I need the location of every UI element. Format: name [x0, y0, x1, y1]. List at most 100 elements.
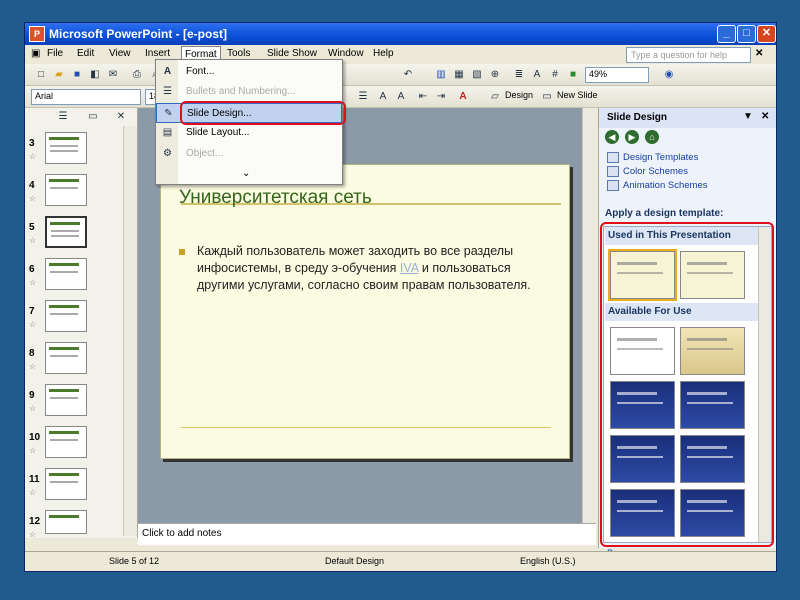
slide-thumbnail-8[interactable]: 8 ☆ [25, 340, 125, 382]
bullet-marker [179, 249, 185, 255]
increase-font-icon[interactable]: A [375, 89, 391, 104]
task-pane-nav: ◀ ▶ ⌂ [605, 128, 665, 146]
maximize-button[interactable]: □ [737, 25, 756, 43]
decrease-font-icon[interactable]: A [393, 89, 409, 104]
thumbnail-tabs: ☰ ▭ ✕ [25, 108, 137, 126]
slide-counter: Slide 5 of 12 [109, 556, 160, 566]
open-folder-icon[interactable]: ▰ [51, 67, 67, 82]
color-grayscale-icon[interactable]: ■ [565, 67, 581, 82]
forward-icon[interactable]: ▶ [625, 130, 639, 144]
menu-view[interactable]: View [109, 48, 131, 59]
color-schemes-link[interactable]: Color Schemes [607, 166, 688, 177]
hyperlink-icon[interactable]: ⊕ [487, 67, 503, 82]
notes-pane[interactable]: Click to add notes [138, 523, 596, 545]
thumbnail-scrollbar[interactable] [123, 126, 137, 536]
slide-thumbnail-11[interactable]: 11 ☆ [25, 466, 125, 508]
menu-edit[interactable]: Edit [77, 48, 94, 59]
slide-thumbnail-5[interactable]: 5 ☆ [25, 214, 125, 256]
slide-bullet[interactable]: Каждый пользователь может заходить во вс… [179, 243, 559, 294]
formatting-toolbar: Arial 18 ☰ A A ⇤ ⇥ A ▱ Design ▭ New Slid… [25, 86, 776, 108]
menu-insert[interactable]: Insert [145, 48, 170, 59]
insert-chart-icon[interactable]: ▥ [433, 67, 449, 82]
design-name: Default Design [325, 556, 385, 566]
bullets-icon: ☰ [163, 86, 172, 97]
new-slide-button[interactable]: New Slide [557, 90, 598, 100]
menu-file[interactable]: File [47, 48, 63, 59]
slide-thumbnail-9[interactable]: 9 ☆ [25, 382, 125, 424]
slide-footer-line [181, 427, 551, 428]
home-icon[interactable]: ⌂ [645, 130, 659, 144]
font-name-select[interactable]: Arial [31, 89, 141, 105]
task-pane-menu-icon[interactable]: ▼ [743, 111, 753, 122]
apply-template-label: Apply a design template: [605, 208, 724, 219]
close-button[interactable]: ✕ [757, 25, 776, 43]
menu-help[interactable]: Help [373, 48, 394, 59]
object-icon: ⚙ [163, 148, 172, 159]
powerpoint-app-icon[interactable]: P [29, 26, 45, 42]
animation-schemes-icon [607, 180, 619, 191]
tables-borders-icon[interactable]: ▧ [469, 67, 485, 82]
help-icon[interactable]: ◉ [661, 67, 677, 82]
design-button[interactable]: Design [505, 90, 533, 100]
menu-window[interactable]: Window [328, 48, 364, 59]
font-A-icon: A [163, 66, 172, 77]
zoom-select[interactable]: 49% [585, 67, 649, 83]
menu-item-font[interactable]: A Font... [156, 62, 342, 82]
menu-expand-chevron-icon[interactable]: ⌄ [156, 164, 342, 184]
current-slide[interactable]: Университетская сеть Каждый пользователь… [160, 164, 570, 459]
menu-slide-show[interactable]: Slide Show [267, 48, 317, 59]
permission-icon[interactable]: ◧ [87, 67, 103, 82]
decrease-indent-icon[interactable]: ⇤ [415, 89, 431, 104]
design-templates-link[interactable]: Design Templates [607, 152, 698, 163]
menubar-icon[interactable]: ▣ [31, 48, 40, 59]
bullets-icon[interactable]: ☰ [355, 89, 371, 104]
close-document-icon[interactable]: ✕ [755, 48, 763, 59]
slide-thumbnail-10[interactable]: 10 ☆ [25, 424, 125, 466]
save-icon[interactable]: ■ [69, 67, 85, 82]
powerpoint-window: P Microsoft PowerPoint - [e-post] _ □ ✕ … [24, 22, 777, 572]
menu-tools[interactable]: Tools [227, 48, 250, 59]
design-icon[interactable]: ▱ [487, 89, 503, 104]
animation-schemes-link[interactable]: Animation Schemes [607, 180, 707, 191]
increase-indent-icon[interactable]: ⇥ [433, 89, 449, 104]
title-bar[interactable]: P Microsoft PowerPoint - [e-post] _ □ ✕ [25, 23, 776, 45]
font-color-icon[interactable]: A [455, 89, 471, 104]
menu-item-object[interactable]: ⚙ Object... [156, 144, 342, 164]
undo-icon[interactable]: ↶ [400, 67, 416, 82]
slide-thumbnail-7[interactable]: 7 ☆ [25, 298, 125, 340]
slide-thumbnail-6[interactable]: 6 ☆ [25, 256, 125, 298]
slide-thumbnail-4[interactable]: 4 ☆ [25, 172, 125, 214]
slide-title[interactable]: Университетская сеть [179, 187, 372, 209]
design-templates-icon [607, 152, 619, 163]
close-pane-icon[interactable]: ✕ [113, 109, 129, 124]
new-document-icon[interactable]: □ [33, 67, 49, 82]
outline-tab[interactable]: ☰ [55, 109, 71, 124]
slide-design-icon: ✎ [164, 108, 173, 119]
window-title: Microsoft PowerPoint - [e-post] [49, 27, 227, 41]
new-slide-icon[interactable]: ▭ [539, 89, 555, 104]
expand-icon[interactable]: ≣ [511, 67, 527, 82]
language: English (U.S.) [520, 556, 576, 566]
slide-thumbnail-3[interactable]: 3 ☆ [25, 130, 125, 172]
back-icon[interactable]: ◀ [605, 130, 619, 144]
slide-design-task-pane: Slide Design ▼ ✕ ◀ ▶ ⌂ Design Templates … [598, 108, 776, 559]
iva-link[interactable]: IVA [400, 261, 419, 275]
email-icon[interactable]: ✉ [105, 67, 121, 82]
show-formatting-icon[interactable]: A [529, 67, 545, 82]
slides-thumbnail-pane: ☰ ▭ ✕ 3 ☆ 4 ☆ 5 ☆ 6 ☆ 7 ☆ 8 ☆ 9 ☆ 10 ☆ 1… [25, 108, 138, 539]
task-pane-title: Slide Design [607, 112, 668, 123]
menu-item-bullets-numbering[interactable]: ☰ Bullets and Numbering... [156, 82, 342, 102]
minimize-button[interactable]: _ [717, 25, 736, 43]
slide-thumbnail-12[interactable]: 12 ☆ [25, 508, 125, 550]
insert-table-icon[interactable]: ▦ [451, 67, 467, 82]
slides-tab[interactable]: ▭ [85, 109, 101, 124]
print-icon[interactable]: ⎙ [129, 67, 145, 82]
help-search-input[interactable]: Type a question for help [626, 47, 751, 63]
menu-bar: ▣ File Edit View Insert Format Tools Sli… [25, 45, 776, 64]
grid-icon[interactable]: # [547, 67, 563, 82]
menu-item-slide-layout[interactable]: ▤ Slide Layout... [156, 123, 342, 143]
task-pane-header: Slide Design ▼ ✕ [599, 108, 776, 128]
slide-design-highlight-box [180, 101, 346, 125]
task-pane-close-icon[interactable]: ✕ [761, 111, 769, 122]
slide-scrollbar[interactable] [582, 108, 596, 523]
